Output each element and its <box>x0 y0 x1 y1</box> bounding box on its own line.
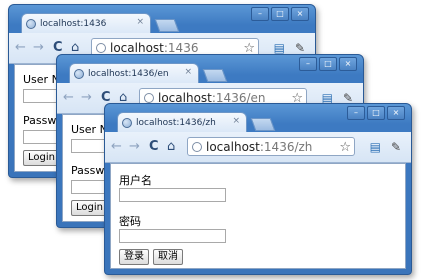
close-button[interactable]: × <box>339 57 357 71</box>
url-host: localhost <box>206 140 260 154</box>
tab-localhost-1436-zh[interactable]: localhost:1436/zh × <box>117 112 247 132</box>
tab-close-icon[interactable]: × <box>232 116 240 126</box>
maximize-button[interactable]: □ <box>367 106 385 120</box>
forward-icon[interactable]: → <box>129 137 140 157</box>
page-icon <box>192 142 202 152</box>
address-bar[interactable]: localhost:1436/zh ☆ <box>187 137 355 156</box>
tab-localhost-1436[interactable]: localhost:1436 × <box>21 13 151 33</box>
cancel-button[interactable]: 取消 <box>153 249 183 265</box>
back-icon[interactable]: ← <box>111 137 122 157</box>
password-label: 密码 <box>119 215 141 228</box>
home-icon[interactable]: ⌂ <box>167 137 175 157</box>
maximize-button[interactable]: □ <box>271 7 289 21</box>
url-host: localhost <box>110 41 164 55</box>
login-button[interactable]: Login <box>23 150 60 166</box>
password-input[interactable] <box>119 229 226 243</box>
tab-title: localhost:1436 <box>40 18 107 29</box>
tab-close-icon[interactable]: × <box>184 67 192 77</box>
window-controls: – □ × <box>347 106 405 120</box>
page-menu-icon[interactable]: ▤ <box>370 138 381 156</box>
url-path: :1436/zh <box>259 140 313 154</box>
page-content: 用户名 密码 登录 取消 <box>110 163 406 269</box>
tab-close-icon[interactable]: × <box>136 17 144 27</box>
globe-icon <box>74 68 84 79</box>
url-path: :1436 <box>163 41 199 55</box>
minimize-button[interactable]: – <box>347 106 365 120</box>
browser-window-3: localhost:1436/zh × – □ × ← → C ⌂ localh… <box>104 103 412 275</box>
username-label: 用户名 <box>119 174 152 187</box>
login-button[interactable]: 登录 <box>119 249 149 265</box>
forward-icon[interactable]: → <box>81 88 92 108</box>
tab-localhost-1436-en[interactable]: localhost:1436/en × <box>69 63 199 83</box>
reload-icon[interactable]: C <box>149 137 159 157</box>
page-icon <box>96 43 106 53</box>
globe-icon <box>122 117 132 128</box>
globe-icon <box>26 18 36 29</box>
maximize-button[interactable]: □ <box>319 57 337 71</box>
back-icon[interactable]: ← <box>63 88 74 108</box>
username-input[interactable] <box>119 188 226 202</box>
new-tab-button[interactable] <box>250 118 276 131</box>
close-button[interactable]: × <box>291 7 309 21</box>
back-icon[interactable]: ← <box>15 38 26 58</box>
close-button[interactable]: × <box>387 106 405 120</box>
wrench-icon[interactable]: ✎ <box>391 138 401 156</box>
window-controls: – □ × <box>251 7 309 21</box>
new-tab-button[interactable] <box>202 69 228 82</box>
window-controls: – □ × <box>299 57 357 71</box>
toolbar: ← → C ⌂ localhost:1436/zh ☆ ▤ ✎ <box>105 132 411 163</box>
tab-title: localhost:1436/en <box>88 68 169 79</box>
forward-icon[interactable]: → <box>33 38 44 58</box>
minimize-button[interactable]: – <box>251 7 269 21</box>
new-tab-button[interactable] <box>154 19 180 32</box>
tab-title: localhost:1436/zh <box>136 117 216 128</box>
login-button[interactable]: Login <box>71 200 108 216</box>
page-icon <box>144 93 154 103</box>
minimize-button[interactable]: – <box>299 57 317 71</box>
star-icon[interactable]: ☆ <box>339 138 351 155</box>
